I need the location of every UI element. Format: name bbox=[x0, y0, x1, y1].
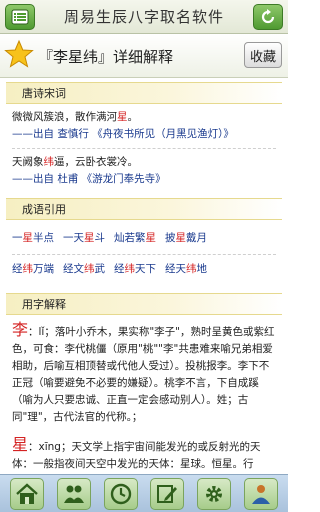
idiom-text: 经 bbox=[12, 263, 23, 275]
refresh-icon bbox=[261, 9, 275, 24]
char-entry: 李：lǐ；落叶小乔木，果实称"李子"，熟时呈黄色或紫红色，可食：李代桃僵（原用"… bbox=[6, 315, 282, 426]
idiom-link[interactable]: 披星戴月 bbox=[165, 230, 207, 246]
idiom-text: 地 bbox=[196, 263, 208, 275]
star-icon bbox=[4, 39, 34, 68]
idiom-link[interactable]: 经纬天下 bbox=[114, 261, 156, 277]
idiom-highlight: 纬 bbox=[84, 263, 95, 275]
idiom-text: 一 bbox=[12, 232, 23, 244]
idiom-row: 经纬万端 经文纬武 经纬天下 经天纬地 bbox=[12, 261, 276, 277]
section-heading-chars: 用字解释 bbox=[6, 293, 282, 315]
idiom-row: 一星半点 一天星斗 灿若繁星 披星戴月 bbox=[12, 230, 276, 246]
char-headword: 李 bbox=[12, 320, 29, 339]
poem-line: 天阙象 bbox=[12, 156, 44, 168]
idiom-list: 一星半点 一天星斗 灿若繁星 披星戴月 经纬万端 经文纬武 经纬天下 经天纬地 bbox=[6, 220, 282, 289]
app-title: 周易生辰八字取名软件 bbox=[63, 8, 224, 26]
tab-user[interactable] bbox=[243, 477, 278, 510]
gear-icon bbox=[205, 485, 222, 502]
idiom-link[interactable]: 经文纬武 bbox=[63, 261, 105, 277]
section-heading-idioms: 成语引用 bbox=[6, 198, 282, 220]
tab-clock[interactable] bbox=[103, 477, 138, 510]
idiom-text: 戴月 bbox=[186, 232, 207, 244]
poem-line-end: 逼，云卧衣裳冷。 bbox=[54, 156, 138, 168]
idiom-text: 武 bbox=[94, 263, 106, 275]
idiom-text: 经 bbox=[114, 263, 125, 275]
favorite-button[interactable]: 收藏 bbox=[244, 42, 282, 68]
idiom-highlight: 纬 bbox=[22, 263, 34, 275]
list-icon bbox=[11, 9, 29, 25]
idiom-link[interactable]: 一天星斗 bbox=[63, 230, 105, 246]
detail-title: 『李星纬』详细解释 bbox=[38, 48, 174, 66]
char-headword: 星 bbox=[12, 435, 29, 454]
idiom-highlight: 星 bbox=[145, 232, 157, 244]
idiom-highlight: 纬 bbox=[124, 263, 136, 275]
bottom-tab-bar bbox=[0, 474, 288, 512]
clock-icon bbox=[110, 483, 131, 504]
tab-people[interactable] bbox=[56, 477, 91, 510]
poem-line-end: 。 bbox=[127, 111, 139, 123]
poem-entry: 微微风簇浪，散作满河星。 ——出自 查慎行 《舟夜书所见（月黑见渔灯）》 bbox=[6, 104, 282, 149]
poem-highlight: 星 bbox=[117, 111, 128, 123]
people-icon bbox=[63, 485, 84, 503]
idiom-text: 斗 bbox=[94, 232, 106, 244]
poem-source[interactable]: ——出自 杜甫 《游龙门奉先寺》 bbox=[12, 171, 276, 188]
idiom-link[interactable]: 经天纬地 bbox=[165, 261, 207, 277]
idiom-text: 经文 bbox=[63, 263, 84, 275]
refresh-button[interactable] bbox=[253, 4, 283, 30]
idiom-text: 披 bbox=[165, 232, 176, 244]
char-entry: 星：xīng；天文学上指宇宙间能发光的或反射光的天体：一般指夜间天空中发光的天体… bbox=[6, 426, 282, 473]
idiom-text: 一天 bbox=[63, 232, 84, 244]
char-definition: ：lǐ；落叶小乔木，果实称"李子"，熟时呈黄色或紫红色，可食：李代桃僵（原用"桃… bbox=[12, 326, 275, 423]
edit-icon bbox=[157, 484, 178, 503]
poem-source[interactable]: ——出自 查慎行 《舟夜书所见（月黑见渔灯）》 bbox=[12, 126, 276, 143]
list-menu-button[interactable] bbox=[5, 4, 35, 30]
poem-entry: 天阙象纬逼，云卧衣裳冷。 ——出自 杜甫 《游龙门奉先寺》 bbox=[6, 149, 282, 188]
poem-highlight: 纬 bbox=[43, 156, 55, 168]
idiom-highlight: 星 bbox=[22, 232, 34, 244]
section-heading-poetry: 唐诗宋词 bbox=[6, 82, 282, 104]
divider bbox=[12, 254, 276, 255]
idiom-text: 万端 bbox=[33, 263, 54, 275]
tab-settings[interactable] bbox=[196, 477, 231, 510]
tab-edit[interactable] bbox=[150, 477, 185, 510]
char-definition: ：xīng；天文学上指宇宙间能发光的或反射光的天体：一般指夜间天空中发光的天体：… bbox=[12, 441, 261, 470]
idiom-text: 天下 bbox=[135, 263, 156, 275]
idiom-highlight: 纬 bbox=[186, 263, 197, 275]
idiom-highlight: 星 bbox=[84, 232, 95, 244]
detail-header: 『李星纬』详细解释 收藏 bbox=[0, 34, 288, 78]
home-icon bbox=[16, 482, 39, 504]
idiom-link[interactable]: 灿若繁星 bbox=[114, 230, 156, 246]
idiom-link[interactable]: 一星半点 bbox=[12, 230, 54, 246]
idiom-text: 经天 bbox=[165, 263, 186, 275]
idiom-highlight: 星 bbox=[175, 232, 187, 244]
idiom-text: 半点 bbox=[33, 232, 54, 244]
app-title-bar: 周易生辰八字取名软件 bbox=[0, 0, 288, 34]
user-icon bbox=[251, 484, 270, 504]
detail-content[interactable]: 唐诗宋词 微微风簇浪，散作满河星。 ——出自 查慎行 《舟夜书所见（月黑见渔灯）… bbox=[6, 78, 282, 474]
idiom-link[interactable]: 经纬万端 bbox=[12, 261, 54, 277]
tab-home[interactable] bbox=[10, 477, 45, 510]
poem-line: 微微风簇浪，散作满河 bbox=[12, 111, 117, 123]
idiom-text: 灿若繁 bbox=[114, 232, 146, 244]
